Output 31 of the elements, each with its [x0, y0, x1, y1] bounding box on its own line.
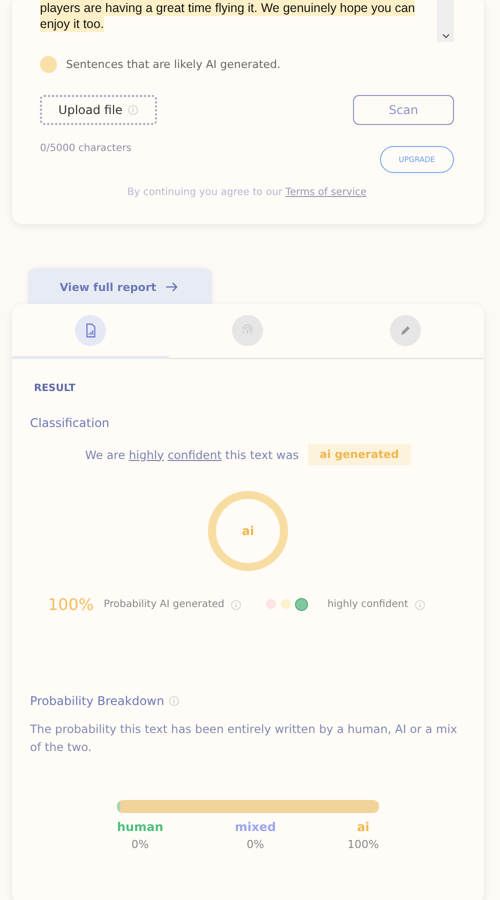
- probability-label: Probability AI generated: [104, 599, 224, 610]
- text-area[interactable]: players are having a great time flying it. We genuinely hope you can enjoy it too.: [40, 0, 454, 42]
- segment-label: human: [117, 820, 164, 834]
- info-icon: [126, 104, 139, 116]
- info-icon: [414, 598, 426, 610]
- highlighted-sentence: enjoy it too.: [40, 16, 104, 32]
- terms-link[interactable]: Terms of service: [285, 187, 367, 198]
- segment-label: ai: [357, 820, 370, 834]
- probability-percent: 100%: [48, 595, 94, 614]
- scrollbar[interactable]: [437, 0, 454, 42]
- scan-button[interactable]: Scan: [353, 95, 454, 125]
- description-text: The probability this text has been entirely written by a human, AI or a mix of the two.: [30, 721, 458, 756]
- highlighted-sentence: players are having a great time flying it. We genuinely hope you can: [40, 0, 415, 16]
- confidence-label: highly confident: [327, 599, 408, 610]
- view-report-tab[interactable]: View full report: [28, 268, 212, 306]
- info-icon: [230, 598, 242, 610]
- legend-label: Sentences that are likely AI generated.: [66, 58, 280, 71]
- segment-value: 0%: [246, 838, 264, 851]
- segment-value: 0%: [131, 838, 149, 851]
- segment-label: mixed: [234, 820, 276, 834]
- result-ring: ai: [208, 491, 288, 571]
- upload-button[interactable]: Upload file: [40, 95, 157, 125]
- classification-sentence: We are highly confident this text was: [85, 448, 299, 462]
- info-icon: [168, 695, 180, 707]
- section-title: Classification: [30, 416, 110, 430]
- terms-text: By continuing you agree to our: [127, 187, 282, 198]
- section-heading: RESULT: [34, 383, 76, 394]
- character-count: 0/5000 characters: [40, 143, 132, 154]
- verdict-badge: ai generated: [308, 444, 411, 465]
- section-title: Probability Breakdown: [30, 694, 164, 708]
- segment-value: 100%: [348, 838, 379, 851]
